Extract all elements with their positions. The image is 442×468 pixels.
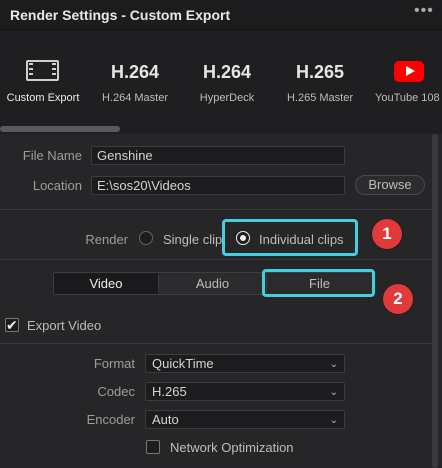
location-label: Location	[32, 178, 82, 193]
highlight-box-2	[262, 269, 375, 297]
preset-label: H.264 Master	[101, 92, 169, 104]
encoder-value: Auto	[152, 412, 179, 427]
window-title: Render Settings - Custom Export	[10, 7, 231, 23]
highlight-box-1	[222, 219, 358, 256]
file-name-label: File Name	[22, 148, 82, 163]
tab-video[interactable]: Video	[54, 273, 158, 294]
preset-codec: H.264	[202, 62, 252, 82]
preset-bar: Custom Export H.264 H.264 Master H.264 H…	[0, 30, 442, 125]
export-video-checkbox[interactable]: ✔	[5, 318, 19, 332]
preset-custom-export[interactable]: Custom Export	[0, 30, 86, 125]
browse-button[interactable]: Browse	[355, 175, 425, 195]
render-label: Render	[85, 232, 128, 247]
format-value: QuickTime	[152, 356, 214, 371]
preset-label: YouTube 108	[375, 92, 440, 104]
export-video-label: Export Video	[27, 318, 102, 333]
step-badge-2: 2	[383, 284, 413, 314]
preset-label: H.265 Master	[286, 92, 354, 104]
chevron-down-icon: ⌄	[329, 415, 338, 426]
codec-select[interactable]: H.265 ⌄	[145, 382, 345, 401]
divider	[0, 259, 432, 260]
preset-codec: H.264	[110, 62, 160, 82]
preset-label: Custom Export	[6, 92, 80, 104]
preset-h265-master[interactable]: H.265 H.265 Master	[277, 30, 363, 125]
format-select[interactable]: QuickTime ⌄	[145, 354, 345, 373]
encoder-select[interactable]: Auto ⌄	[145, 410, 345, 429]
divider	[0, 209, 432, 210]
preset-youtube[interactable]: YouTube 108	[370, 30, 442, 125]
format-label: Format	[93, 356, 135, 371]
network-optimization-label: Network Optimization	[170, 440, 294, 455]
chevron-down-icon: ⌄	[329, 359, 338, 370]
single-clip-radio[interactable]	[139, 231, 153, 245]
single-clip-label[interactable]: Single clip	[163, 232, 222, 247]
preset-label: HyperDeck	[199, 92, 255, 104]
codec-value: H.265	[152, 384, 187, 399]
chevron-down-icon: ⌄	[329, 387, 338, 398]
codec-label: Codec	[97, 384, 135, 399]
location-input[interactable]: E:\sos20\Videos	[91, 176, 345, 195]
youtube-icon	[394, 61, 424, 82]
encoder-label: Encoder	[86, 412, 135, 427]
step-badge-1: 1	[372, 219, 402, 249]
network-optimization-checkbox[interactable]	[146, 440, 160, 454]
preset-hyperdeck[interactable]: H.264 HyperDeck	[184, 30, 270, 125]
vertical-scrollbar[interactable]	[432, 134, 438, 468]
divider	[0, 343, 432, 344]
file-name-input[interactable]: Genshine	[91, 146, 345, 165]
checkmark-icon: ✔	[6, 317, 18, 333]
film-strip-icon	[26, 60, 59, 81]
preset-scroll-thumb[interactable]	[0, 126, 120, 132]
tab-audio[interactable]: Audio	[159, 273, 266, 294]
more-dots-icon[interactable]: •••	[414, 2, 434, 20]
preset-codec: H.265	[295, 62, 345, 82]
preset-h264-master[interactable]: H.264 H.264 Master	[92, 30, 178, 125]
